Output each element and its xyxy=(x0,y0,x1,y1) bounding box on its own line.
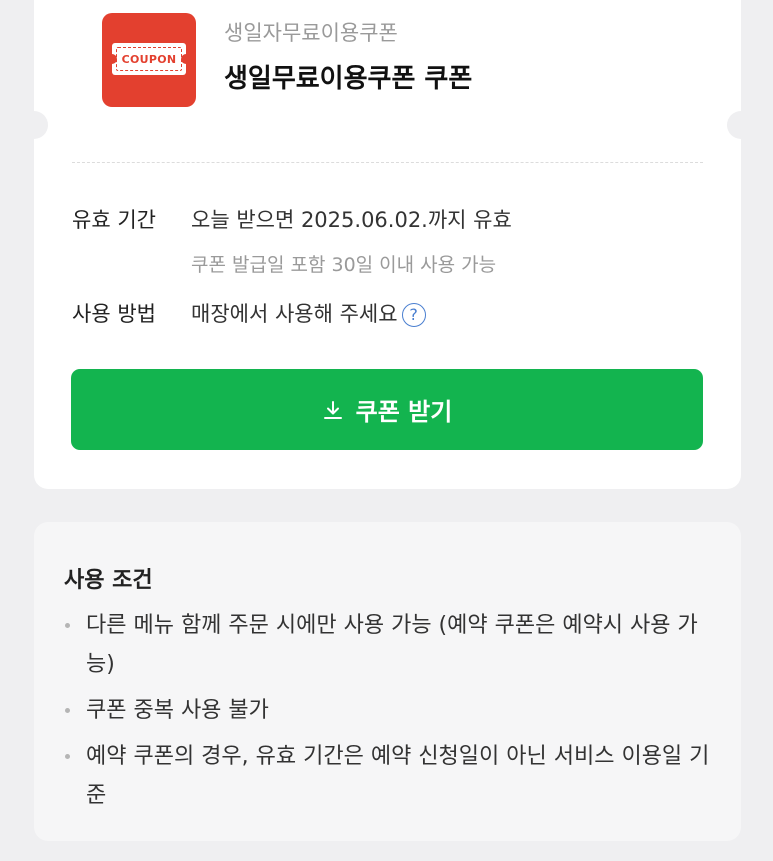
bullet-dot xyxy=(65,708,70,713)
download-coupon-button[interactable]: 쿠폰 받기 xyxy=(71,369,703,450)
dashed-divider xyxy=(72,162,703,163)
question-circle-icon[interactable]: ? xyxy=(401,303,426,327)
usage-method: 매장에서 사용해 주세요? xyxy=(191,298,426,328)
validity-value: 오늘 받으면 2025.06.02.까지 유효 xyxy=(191,208,512,232)
coupon-logo-text: COUPON xyxy=(116,47,182,71)
usage-value: 매장에서 사용해 주세요 xyxy=(191,302,398,326)
coupon-logo-icon: COUPON xyxy=(102,13,196,107)
bullet-dot xyxy=(65,754,70,759)
validity-label: 유효 기간 xyxy=(72,208,156,232)
condition-item: 쿠폰 중복 사용 불가 xyxy=(64,691,714,730)
conditions-list: 다른 메뉴 함께 주문 시에만 사용 가능 (예약 쿠폰은 예약시 사용 가능)… xyxy=(64,606,714,822)
condition-item: 예약 쿠폰의 경우, 유효 기간은 예약 신청일이 아닌 서비스 이용일 기준 xyxy=(64,737,714,815)
download-icon xyxy=(322,399,344,421)
card-notch-left xyxy=(20,111,48,139)
conditions-title: 사용 조건 xyxy=(64,568,153,593)
bullet-dot xyxy=(65,623,70,628)
usage-conditions-panel: 사용 조건 다른 메뉴 함께 주문 시에만 사용 가능 (예약 쿠폰은 예약시 … xyxy=(34,522,741,841)
coupon-subtitle: 생일자무료이용쿠폰 xyxy=(224,21,398,45)
coupon-ticket-icon: COUPON xyxy=(107,43,191,75)
validity-note: 쿠폰 발급일 포함 30일 이내 사용 가능 xyxy=(191,254,497,276)
condition-item: 다른 메뉴 함께 주문 시에만 사용 가능 (예약 쿠폰은 예약시 사용 가능) xyxy=(64,606,714,684)
download-button-label: 쿠폰 받기 xyxy=(355,398,453,426)
usage-label: 사용 방법 xyxy=(72,302,156,326)
coupon-card: COUPON 생일자무료이용쿠폰 생일무료이용쿠폰 쿠폰 유효 기간 오늘 받으… xyxy=(20,0,755,489)
coupon-title: 생일무료이용쿠폰 쿠폰 xyxy=(224,64,473,94)
card-notch-right xyxy=(727,111,755,139)
